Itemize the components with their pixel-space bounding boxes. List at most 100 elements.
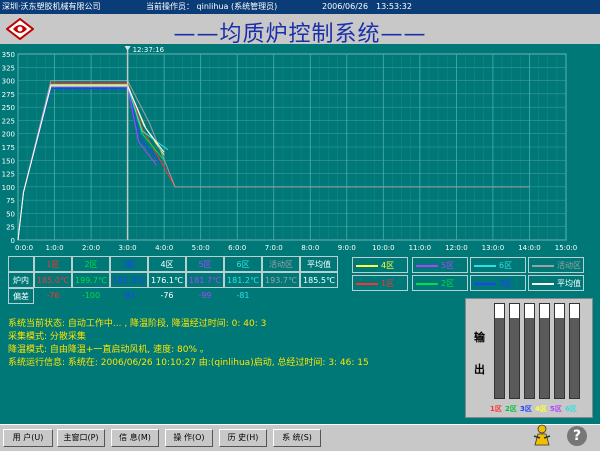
y-tick-label: 150	[2, 157, 15, 165]
x-tick-label: 15:0:0	[555, 244, 578, 252]
table-header-6: 活动区	[262, 256, 300, 272]
legend-label: 活动区	[557, 261, 581, 270]
legend-swatch	[532, 283, 554, 285]
x-tick-label: 5:0:0	[192, 244, 210, 252]
output-bar-fill	[510, 318, 519, 398]
x-tick-label: 9:0:0	[338, 244, 356, 252]
y-tick-label: 200	[2, 131, 15, 139]
zone-value-0: 185.0℃	[34, 272, 72, 288]
chart-grid	[17, 53, 567, 241]
legend-swatch	[532, 265, 554, 267]
info-button[interactable]: 信 息(M)	[111, 429, 159, 447]
x-tick-label: 6:0:0	[228, 244, 246, 252]
output-zone-label-5: 5区	[550, 405, 562, 413]
zone-deviation-0: -76	[46, 291, 60, 300]
x-tick-label: 11:0:0	[409, 244, 432, 252]
y-tick-label: 325	[2, 64, 15, 72]
table-header-0: 1区	[34, 256, 72, 272]
help-icon[interactable]: ?	[567, 426, 587, 446]
y-tick-label: 300	[2, 78, 15, 86]
main-window-button[interactable]: 主窗口(P)	[57, 429, 105, 447]
output-bar-4	[539, 303, 550, 399]
table-header-1: 2区	[72, 256, 110, 272]
output-label-top: 输	[474, 331, 485, 344]
table-corner	[8, 256, 34, 272]
legend-item-7: 平均值	[528, 275, 584, 291]
zone-deviation-5: -81	[236, 291, 250, 300]
legend-swatch	[474, 265, 496, 267]
zone-deviation-3: -76	[160, 291, 174, 300]
output-bar-fill	[525, 318, 534, 398]
chart-legend: 4区 5区 6区 活动区 1区 2区 3区 平均值	[352, 256, 590, 294]
status-line-state: 系统当前状态: 自动工作中... , 降温阶段, 降温经过时间: 0: 40: …	[8, 319, 267, 329]
operator-info: 当前操作员： qinlihua (系统管理员)	[146, 2, 278, 11]
output-bar-3	[524, 303, 535, 399]
legend-label: 4区	[381, 261, 395, 270]
row-label-dev: 偏差	[8, 288, 34, 304]
table-header-3: 4区	[148, 256, 186, 272]
output-bar-2	[509, 303, 520, 399]
top-info-bar: 深圳·沃东塑胶机械有限公司 当前操作员： qinlihua (系统管理员) 20…	[0, 0, 600, 14]
table-header-4: 5区	[186, 256, 224, 272]
output-bar-6	[569, 303, 580, 399]
legend-label: 3区	[499, 279, 513, 288]
legend-item-2: 6区	[470, 257, 526, 273]
legend-swatch	[474, 283, 496, 285]
legend-label: 6区	[499, 261, 513, 270]
legend-swatch	[356, 283, 378, 285]
cursor-time-label: 12:37:16	[133, 46, 165, 54]
legend-item-5: 2区	[412, 275, 468, 291]
zone-data-table: 1区 2区 3区 4区 5区 6区 活动区 平均值 炉内 185.0℃ 199.7℃ 181.3℃ 17…	[8, 256, 348, 312]
legend-label: 1区	[381, 279, 395, 288]
legend-label: 2区	[441, 279, 455, 288]
legend-label: 5区	[441, 261, 455, 270]
x-tick-label: 0:0:0	[15, 244, 33, 252]
legend-swatch	[416, 283, 438, 285]
x-tick-label: 1:0:0	[45, 244, 63, 252]
y-tick-label: 75	[6, 197, 15, 205]
zone-value-4: 181.7℃	[186, 272, 224, 288]
status-line-run-info: 系统运行信息: 系统在: 2006/06/26 10:10:27 由:(qinl…	[8, 358, 369, 368]
app-header: ——均质炉控制系统——	[0, 14, 600, 47]
x-tick-label: 8:0:0	[301, 244, 319, 252]
output-bar-fill	[570, 318, 579, 398]
zone-value-3: 176.1℃	[148, 272, 186, 288]
y-tick-label: 250	[2, 104, 15, 112]
y-tick-label: 225	[2, 117, 15, 125]
output-bar-fill	[495, 318, 504, 398]
legend-item-3: 活动区	[528, 257, 584, 273]
operate-button[interactable]: 操 作(O)	[165, 429, 213, 447]
row-label-in: 炉内	[8, 272, 34, 288]
operator-icon[interactable]	[532, 424, 552, 446]
legend-item-1: 5区	[412, 257, 468, 273]
output-label-bottom: 出	[474, 363, 485, 376]
status-line-collect-mode: 采集模式: 分散采集	[8, 332, 86, 342]
output-panel: 输 出 1区 2区 3区 4区 5区 6区	[465, 298, 593, 418]
output-bar-fill	[555, 318, 564, 398]
x-tick-label: 12:0:0	[445, 244, 468, 252]
history-button[interactable]: 历 史(H)	[219, 429, 267, 447]
zone-value-5: 181.2℃	[224, 272, 262, 288]
bottom-toolbar: 用 户(U) 主窗口(P) 信 息(M) 操 作(O) 历 史(H) 系 统(S…	[0, 424, 600, 451]
legend-item-0: 4区	[352, 257, 408, 273]
x-tick-label: 10:0:0	[372, 244, 395, 252]
legend-label: 平均值	[557, 279, 581, 288]
x-tick-label: 3:0:0	[119, 244, 137, 252]
system-button[interactable]: 系 统(S)	[273, 429, 321, 447]
legend-item-6: 3区	[470, 275, 526, 291]
status-line-cool-mode: 降温模式: 自由降温+一直启动风机, 速度: 80% 。	[8, 345, 209, 355]
y-tick-label: 125	[2, 171, 15, 179]
y-tick-label: 175	[2, 144, 15, 152]
time-display: 13:53:32	[376, 2, 412, 11]
zone-value-2: 181.3℃	[110, 272, 148, 288]
zone-value-6: 193.7℃	[262, 272, 300, 288]
legend-item-4: 1区	[352, 275, 408, 291]
output-bar-fill	[540, 318, 549, 398]
legend-swatch	[416, 265, 438, 267]
y-tick-label: 25	[6, 224, 15, 232]
output-zone-label-3: 3区	[520, 405, 532, 413]
table-header-7: 平均值	[300, 256, 338, 272]
x-tick-label: 2:0:0	[82, 244, 100, 252]
y-tick-label: 50	[6, 210, 15, 218]
user-button[interactable]: 用 户(U)	[3, 429, 53, 447]
